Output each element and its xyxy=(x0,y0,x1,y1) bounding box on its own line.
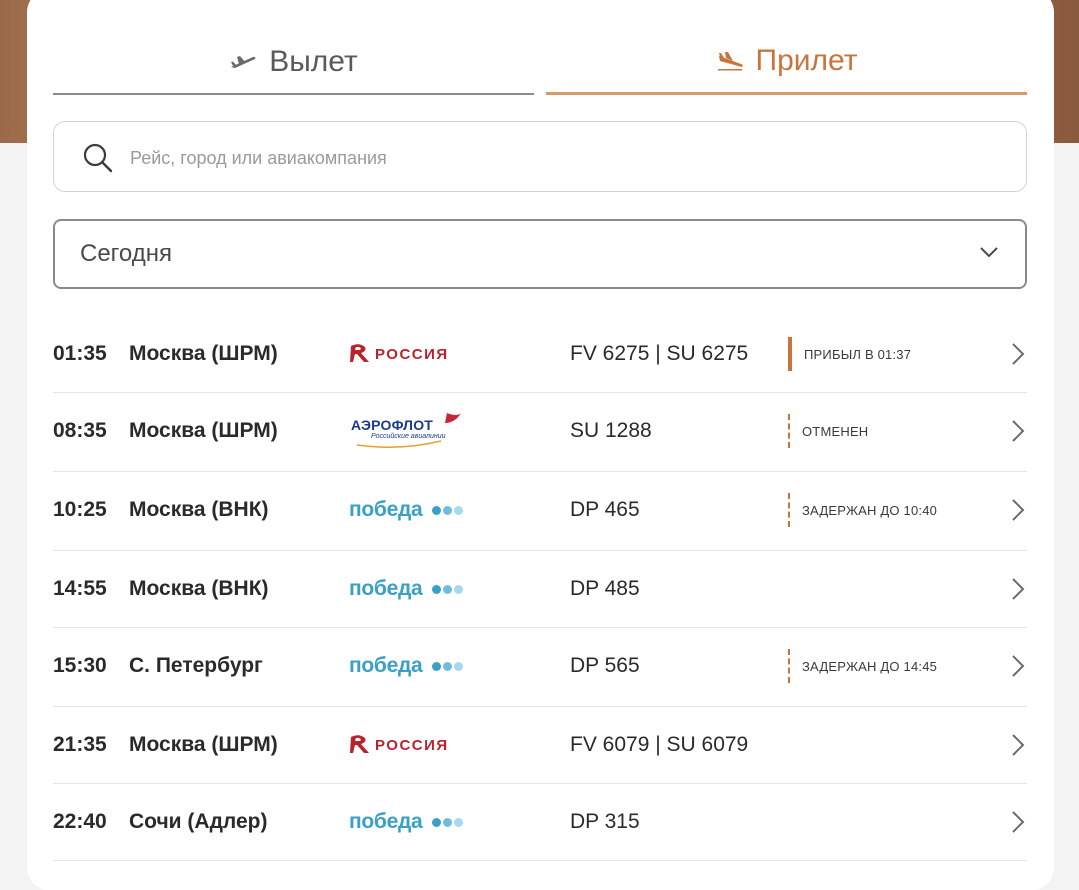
direction-tabs: Вылет Прилет xyxy=(53,30,1027,96)
airline-logo-rossiya: РОССИЯ xyxy=(349,334,479,374)
flight-status: ПРИБЫЛ В 01:37 xyxy=(788,336,911,372)
date-select-value: Сегодня xyxy=(80,240,172,267)
airline-logo-text: победа xyxy=(349,810,423,833)
chevron-right-icon[interactable] xyxy=(1011,577,1025,606)
flight-time: 10:25 xyxy=(53,498,107,521)
chevron-right-icon[interactable] xyxy=(1011,342,1025,371)
chevron-down-icon xyxy=(979,245,999,263)
flight-city: Сочи (Адлер) xyxy=(129,810,268,833)
flight-number: DP 565 xyxy=(570,654,640,677)
chevron-right-icon[interactable] xyxy=(1011,810,1025,839)
airline-logo-text: победа xyxy=(349,577,423,600)
flight-status: ОТМЕНЕН xyxy=(788,413,868,449)
airline-logo-aeroflot: АЭРОФЛОТ Российские авиалинии xyxy=(349,411,479,451)
airline-logo-pobeda: победа xyxy=(349,569,479,609)
airline-logo-pobeda: победа xyxy=(349,802,479,842)
flight-number: DP 485 xyxy=(570,577,640,600)
chevron-right-icon[interactable] xyxy=(1011,654,1025,683)
flight-time: 01:35 xyxy=(53,342,107,365)
flight-time: 15:30 xyxy=(53,654,107,677)
flight-number: DP 465 xyxy=(570,498,640,521)
status-indicator xyxy=(788,414,790,448)
flight-row[interactable]: 01:35 Москва (ШРМ) РОССИЯ FV 6275 | SU 6275… xyxy=(53,316,1027,393)
airline-logo-text: АЭРОФЛОТ xyxy=(351,417,434,433)
search-box xyxy=(53,121,1027,192)
status-text: ПРИБЫЛ В 01:37 xyxy=(804,346,912,362)
flight-time: 14:55 xyxy=(53,577,107,600)
pobeda-dots-icon xyxy=(432,662,463,671)
flight-number: DP 315 xyxy=(570,810,640,833)
status-indicator xyxy=(788,493,790,527)
flight-city: Москва (ВНК) xyxy=(129,577,269,600)
airline-logo-subtext: Российские авиалинии xyxy=(371,433,446,440)
tab-arrival[interactable]: Прилет xyxy=(546,30,1027,95)
tab-departure[interactable]: Вылет xyxy=(53,30,534,95)
pobeda-dots-icon xyxy=(432,818,463,827)
plane-takeoff-icon xyxy=(229,53,257,71)
chevron-right-icon[interactable] xyxy=(1011,733,1025,762)
airline-logo-pobeda: победа xyxy=(349,490,479,530)
flight-city: С. Петербург xyxy=(129,654,263,677)
tab-departure-label: Вылет xyxy=(269,44,358,78)
flight-status: ЗАДЕРЖАН ДО 10:40 xyxy=(788,492,937,528)
status-text: ЗАДЕРЖАН ДО 14:45 xyxy=(802,658,938,674)
status-text: ЗАДЕРЖАН ДО 10:40 xyxy=(802,502,938,518)
flight-time: 22:40 xyxy=(53,810,107,833)
flight-number: FV 6079 | SU 6079 xyxy=(570,733,749,756)
plane-landing-icon xyxy=(716,51,744,71)
date-select[interactable]: Сегодня xyxy=(53,219,1027,289)
flight-city: Москва (ШРМ) xyxy=(129,733,278,756)
status-indicator xyxy=(788,649,790,683)
flight-row[interactable]: 21:35 Москва (ШРМ) РОССИЯ FV 6079 | SU 6079 xyxy=(53,707,1027,784)
flight-row[interactable]: 10:25 Москва (ВНК) победа DP 465 ЗАДЕРЖАН ДО… xyxy=(53,472,1027,551)
flight-time: 08:35 xyxy=(53,419,107,442)
flight-city: Москва (ШРМ) xyxy=(129,419,278,442)
pobeda-dots-icon xyxy=(432,585,463,594)
search-icon[interactable] xyxy=(82,142,114,179)
chevron-right-icon[interactable] xyxy=(1011,498,1025,527)
flight-row[interactable]: 15:30 С. Петербург победа DP 565 ЗАДЕРЖАН ДО… xyxy=(53,628,1027,707)
airline-logo-text: победа xyxy=(349,498,423,521)
flight-row[interactable]: 08:35 Москва (ШРМ) АЭРОФЛОТ Российские авиа… xyxy=(53,393,1027,472)
status-text: ОТМЕНЕН xyxy=(802,423,869,439)
chevron-right-icon[interactable] xyxy=(1011,419,1025,448)
airline-logo-rossiya: РОССИЯ xyxy=(349,725,479,765)
flight-number: FV 6275 | SU 6275 xyxy=(570,342,749,365)
airline-logo-text: РОССИЯ xyxy=(375,737,449,754)
airline-logo-text: РОССИЯ xyxy=(375,346,449,363)
search-input[interactable] xyxy=(128,140,992,176)
flight-time: 21:35 xyxy=(53,733,107,756)
flight-city: Москва (ШРМ) xyxy=(129,342,278,365)
pobeda-dots-icon xyxy=(432,506,463,515)
flight-number: SU 1288 xyxy=(570,419,652,442)
flight-status: ЗАДЕРЖАН ДО 14:45 xyxy=(788,648,937,684)
airline-logo-pobeda: победа xyxy=(349,646,479,686)
flight-row[interactable]: 14:55 Москва (ВНК) победа DP 485 xyxy=(53,551,1027,628)
tab-arrival-label: Прилет xyxy=(755,44,858,77)
status-indicator xyxy=(788,337,792,371)
flights-list: 01:35 Москва (ШРМ) РОССИЯ FV 6275 | SU 6275… xyxy=(53,316,1027,861)
airline-logo-text: победа xyxy=(349,654,423,677)
flight-city: Москва (ВНК) xyxy=(129,498,269,521)
flight-row[interactable]: 22:40 Сочи (Адлер) победа DP 315 xyxy=(53,784,1027,861)
